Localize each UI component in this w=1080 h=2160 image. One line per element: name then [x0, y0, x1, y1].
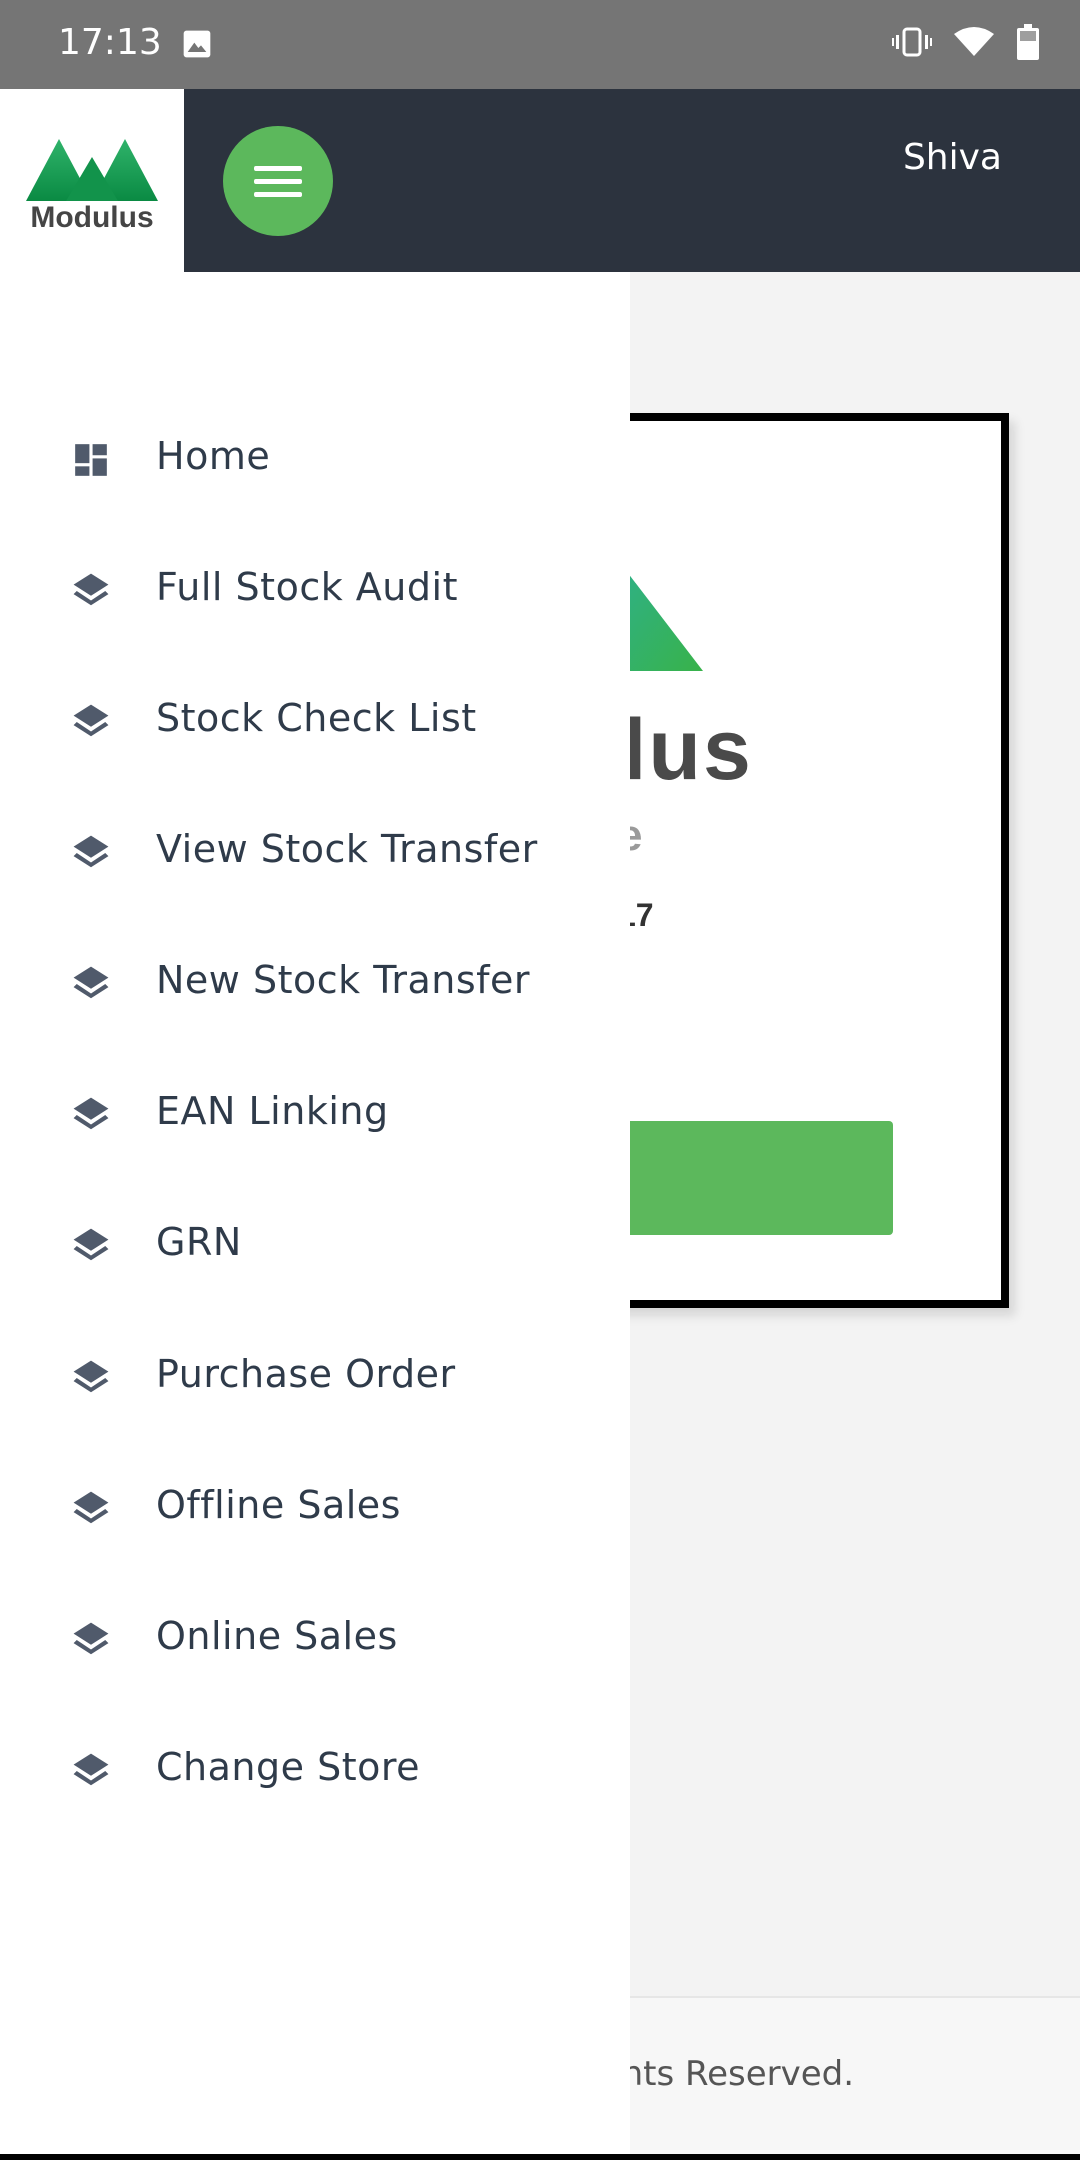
wifi-icon [954, 27, 994, 56]
drawer-item-change-store[interactable]: Change Store [0, 1715, 630, 1825]
vibrate-icon [892, 27, 932, 57]
logo-mountains-icon [26, 139, 158, 201]
footer: ghts Reserved. [600, 1996, 1080, 2160]
app-header: Modulus Shiva [0, 89, 1080, 272]
drawer-item-offline-sales[interactable]: Offline Sales [0, 1453, 630, 1563]
footer-copyright: ghts Reserved. [600, 2054, 855, 2094]
logo-text: Modulus [30, 201, 154, 234]
layers-icon [73, 966, 109, 999]
drawer-label: Home [156, 434, 271, 478]
layers-icon [73, 1753, 109, 1786]
status-time: 17:13 [58, 22, 162, 63]
drawer-label: EAN Linking [156, 1089, 389, 1133]
drawer-label: Change Store [156, 1745, 421, 1789]
drawer-item-online-sales[interactable]: Online Sales [0, 1584, 630, 1694]
drawer-label: View Stock Transfer [156, 827, 538, 871]
battery-icon [1017, 24, 1039, 60]
drawer-label: Online Sales [156, 1614, 398, 1658]
drawer-label: Stock Check List [156, 696, 477, 740]
card-action-button[interactable] [608, 1121, 893, 1235]
layers-icon [73, 573, 109, 606]
layers-icon [73, 1228, 109, 1261]
user-name[interactable]: Shiva [903, 137, 1002, 178]
drawer-item-new-stock-transfer[interactable]: New Stock Transfer [0, 928, 630, 1038]
drawer-item-view-stock-transfer[interactable]: View Stock Transfer [0, 797, 630, 907]
image-icon [183, 30, 211, 58]
hamburger-icon [254, 166, 302, 171]
layers-icon [73, 1097, 109, 1130]
drawer-item-home[interactable]: Home [0, 404, 630, 514]
drawer-item-ean-linking[interactable]: EAN Linking [0, 1059, 630, 1169]
drawer-item-purchase-order[interactable]: Purchase Order [0, 1322, 630, 1432]
dashboard-icon [75, 444, 107, 476]
status-bar: 17:13 [0, 0, 1080, 89]
drawer-label: New Stock Transfer [156, 958, 531, 1002]
layers-icon [73, 704, 109, 737]
nav-drawer: Home Full Stock Audit Stock Check List V… [0, 272, 630, 2160]
layers-icon [73, 1622, 109, 1655]
drawer-label: Offline Sales [156, 1483, 401, 1527]
drawer-label: Full Stock Audit [156, 565, 458, 609]
drawer-item-full-stock-audit[interactable]: Full Stock Audit [0, 535, 630, 645]
bottom-edge [0, 2154, 1080, 2160]
layers-icon [73, 1360, 109, 1393]
layers-icon [73, 835, 109, 868]
menu-button[interactable] [223, 126, 333, 236]
drawer-label: GRN [156, 1220, 242, 1264]
drawer-label: Purchase Order [156, 1352, 456, 1396]
drawer-item-stock-check-list[interactable]: Stock Check List [0, 666, 630, 776]
welcome-card: ulus e 17 [600, 413, 1009, 1308]
layers-icon [73, 1491, 109, 1524]
drawer-item-grn[interactable]: GRN [0, 1190, 630, 1300]
logo[interactable]: Modulus [0, 89, 184, 272]
